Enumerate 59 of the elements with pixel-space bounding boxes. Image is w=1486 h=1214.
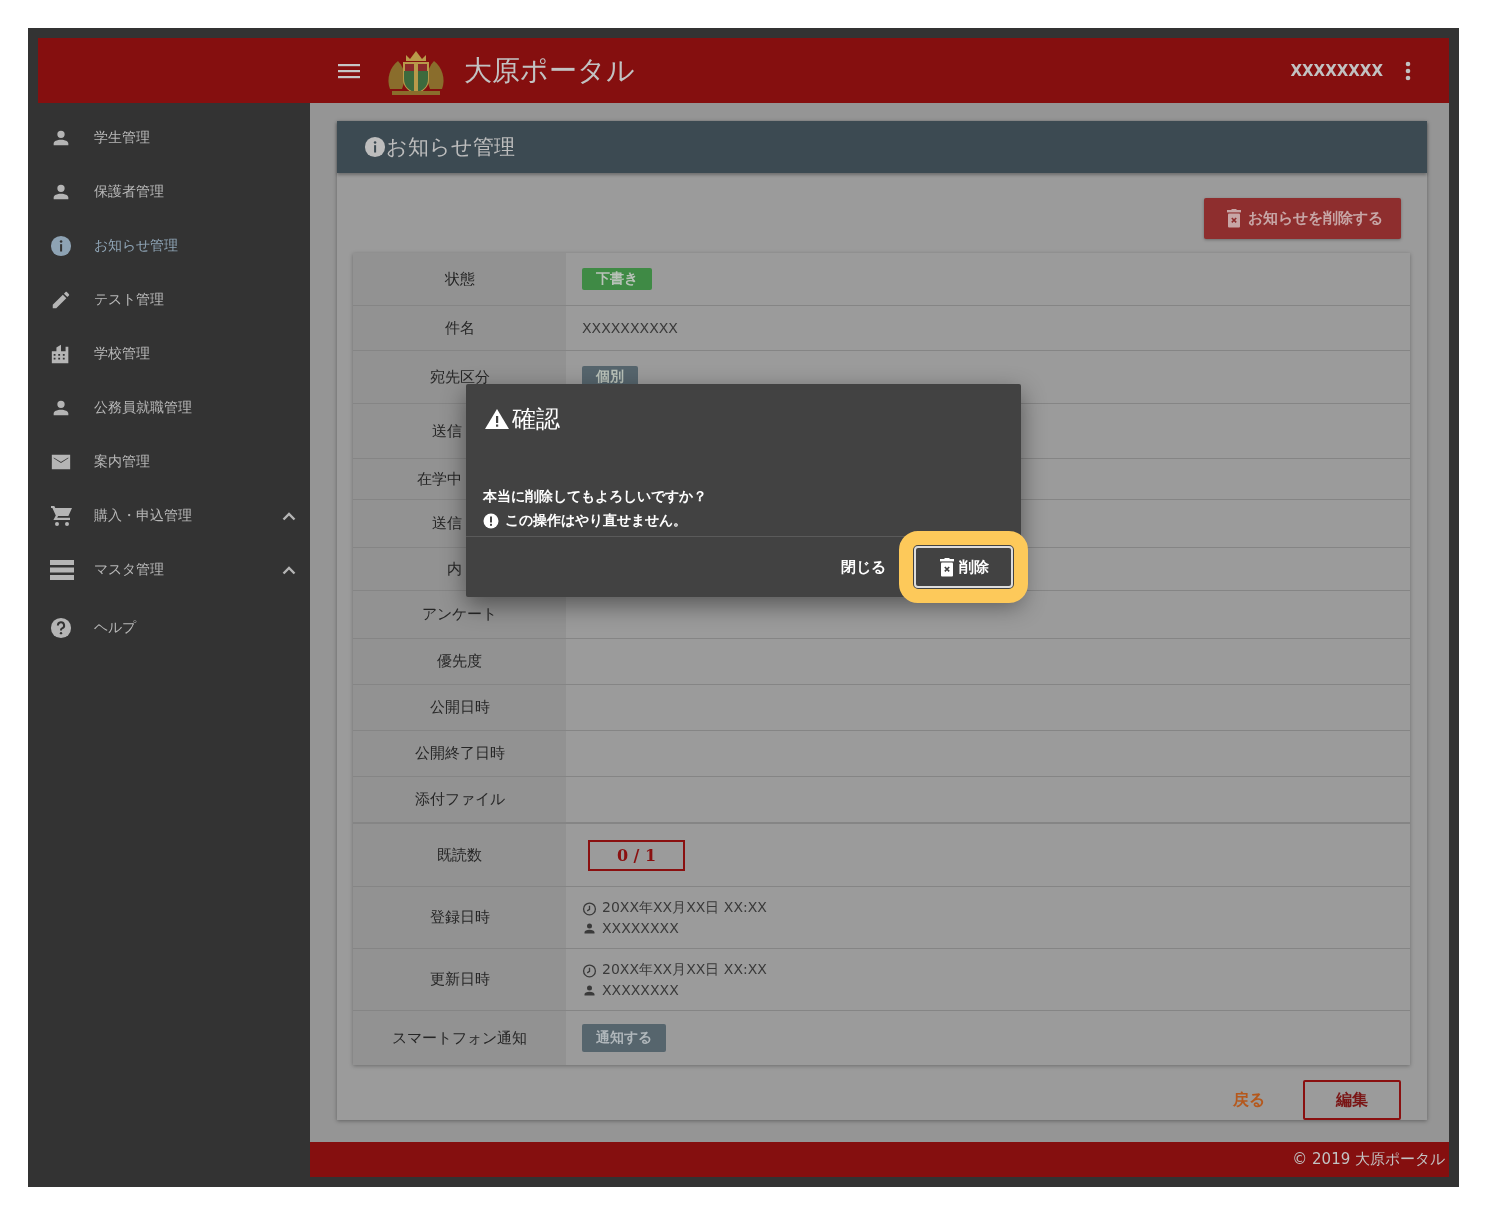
dialog-message: 本当に削除してもよろしいですか？ — [483, 488, 708, 506]
trash-icon — [938, 557, 955, 577]
status-badge: 下書き — [582, 268, 652, 290]
clock-icon — [582, 900, 597, 916]
user-name[interactable]: XXXXXXXX — [1290, 61, 1383, 80]
row-label: 更新日時 — [429, 970, 490, 989]
warning-icon — [484, 408, 510, 430]
read-count: 0 / 1 — [588, 839, 685, 871]
row-label: 内 — [447, 559, 462, 579]
clock-icon — [582, 962, 597, 978]
row-label: 状態 — [444, 269, 475, 289]
copyright-text: © 2019 大原ポータル — [1292, 1150, 1445, 1169]
row-label: 公開日時 — [429, 698, 490, 717]
edit-button[interactable]: 編集 — [1303, 1080, 1401, 1120]
row-label: 送信 — [432, 514, 462, 533]
chevron-icon — [282, 511, 296, 521]
trash-icon — [1226, 209, 1242, 228]
timestamp-text: 20XX年XX月XX日 XX:XX — [602, 961, 767, 979]
user-name: XXXXXXXX — [602, 920, 679, 936]
row-label: 宛先区分 — [429, 367, 490, 387]
sidebar-item[interactable]: お知らせ管理 — [38, 219, 310, 273]
chevron-icon — [282, 565, 296, 575]
list-icon — [50, 559, 74, 581]
sidebar-item[interactable]: ヘルプ — [38, 601, 310, 655]
sidebar-item[interactable]: 保護者管理 — [38, 165, 310, 219]
info-icon — [50, 235, 72, 257]
app-title: 大原ポータル — [464, 52, 635, 89]
page-title: お知らせ管理 — [386, 134, 515, 161]
sidebar-item[interactable]: 学生管理 — [38, 111, 310, 165]
sidebar-item[interactable]: テスト管理 — [38, 273, 310, 327]
more-icon[interactable] — [1405, 60, 1411, 81]
sidebar-item[interactable]: 購入・申込管理 — [38, 489, 310, 543]
row-label: 送信 — [432, 421, 462, 441]
delete-button[interactable]: お知らせを削除する — [1204, 198, 1401, 239]
alert-icon — [483, 513, 499, 529]
table-cell: XXXXXXXXXX — [582, 320, 678, 336]
close-button[interactable]: 閉じる — [833, 551, 894, 583]
cart-icon — [50, 504, 74, 528]
dialog-title: 確認 — [512, 404, 560, 435]
row-label: 既読数 — [437, 845, 482, 865]
row-label: アンケート — [422, 605, 497, 624]
row-label: 在学中 — [417, 469, 462, 489]
sidebar-item[interactable]: マスタ管理 — [38, 543, 310, 597]
sidebar-item[interactable]: 学校管理 — [38, 327, 310, 381]
row-label: 添付ファイル — [414, 790, 505, 809]
warning-text: この操作はやり直せません。 — [505, 512, 687, 530]
pencil-icon — [50, 289, 72, 311]
help-icon — [50, 617, 72, 639]
row-label: 公開終了日時 — [414, 744, 505, 763]
user-name: XXXXXXXX — [602, 982, 679, 998]
row-label: 優先度 — [437, 652, 482, 671]
timestamp-text: 20XX年XX月XX日 XX:XX — [602, 899, 767, 917]
row-label: 登録日時 — [429, 908, 490, 927]
sidebar-item[interactable]: 案内管理 — [38, 435, 310, 489]
row-label: スマートフォン通知 — [392, 1028, 527, 1048]
info-icon — [364, 136, 386, 158]
menu-icon — [338, 62, 360, 79]
row-label: 件名 — [444, 318, 475, 338]
sidebar-item[interactable]: 公務員就職管理 — [38, 381, 310, 435]
